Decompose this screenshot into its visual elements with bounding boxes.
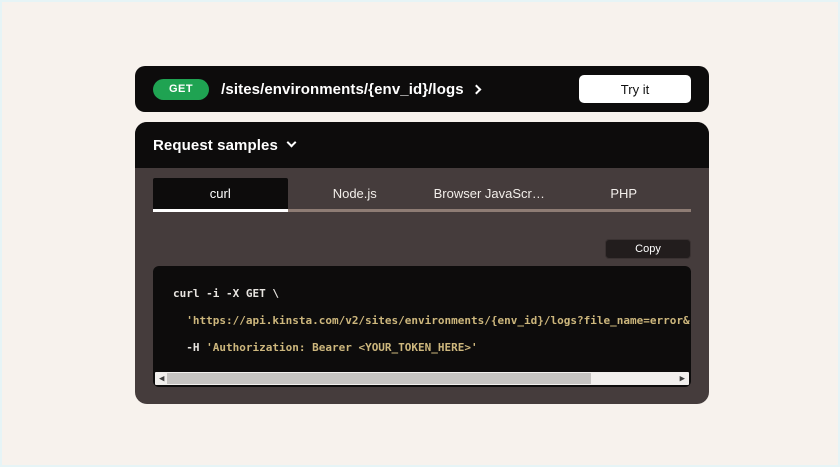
tab-underline xyxy=(153,209,691,212)
code-line-2-indent xyxy=(173,314,186,327)
active-tab-indicator xyxy=(153,209,288,212)
code-line-3-auth-string: 'Authorization: Bearer <YOUR_TOKEN_HERE>… xyxy=(206,341,478,354)
code-line-1: curl -i -X GET \ xyxy=(173,287,279,300)
chevron-down-icon xyxy=(286,137,297,148)
tab-curl[interactable]: curl xyxy=(153,178,288,209)
horizontal-scrollbar[interactable]: ◀ ▶ xyxy=(155,372,689,385)
copy-button[interactable]: Copy xyxy=(605,239,691,259)
scrollbar-thumb[interactable] xyxy=(167,373,591,384)
code-line-3-indent xyxy=(173,341,186,354)
code-content: curl -i -X GET \ 'https://api.kinsta.com… xyxy=(153,266,691,361)
page: GET /sites/environments/{env_id}/logs Tr… xyxy=(0,0,840,467)
method-badge: GET xyxy=(153,78,210,100)
try-it-button[interactable]: Try it xyxy=(579,75,691,103)
scroll-left-icon[interactable]: ◀ xyxy=(159,375,164,382)
tab-browser-javascript[interactable]: Browser JavaScr… xyxy=(422,178,557,209)
tab-php[interactable]: PHP xyxy=(557,178,692,209)
request-samples-title: Request samples xyxy=(153,136,278,154)
request-samples-panel: Request samples curl Node.js Browser Jav… xyxy=(135,122,709,404)
scroll-right-icon[interactable]: ▶ xyxy=(680,375,685,382)
code-line-2-url-string: 'https://api.kinsta.com/v2/sites/environ… xyxy=(186,314,690,327)
request-samples-header[interactable]: Request samples xyxy=(135,122,709,168)
language-tabs: curl Node.js Browser JavaScr… PHP xyxy=(153,178,691,209)
endpoint-bar: GET /sites/environments/{env_id}/logs Tr… xyxy=(135,66,709,112)
request-samples-body: curl Node.js Browser JavaScr… PHP Copy c… xyxy=(135,168,709,387)
chevron-right-icon[interactable] xyxy=(471,84,482,94)
code-block: curl -i -X GET \ 'https://api.kinsta.com… xyxy=(153,266,691,387)
copy-row: Copy xyxy=(153,239,691,259)
endpoint-path: /sites/environments/{env_id}/logs xyxy=(221,80,464,98)
tab-nodejs[interactable]: Node.js xyxy=(288,178,423,209)
code-line-3-flag: -H xyxy=(186,341,207,354)
